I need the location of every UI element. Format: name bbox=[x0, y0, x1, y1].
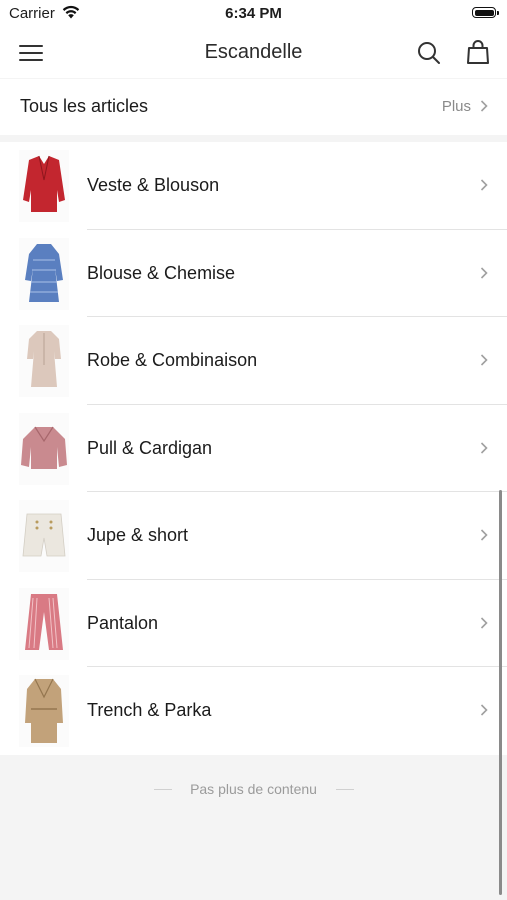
chevron-right-icon bbox=[480, 616, 488, 629]
category-row[interactable]: Pull & Cardigan bbox=[0, 405, 507, 492]
search-icon[interactable] bbox=[417, 41, 441, 65]
scrollbar[interactable] bbox=[499, 490, 502, 895]
chevron-right-icon bbox=[480, 179, 488, 191]
more-link[interactable]: Plus bbox=[442, 98, 471, 115]
status-bar: Carrier 6:34 PM bbox=[0, 0, 507, 28]
chevron-right-icon bbox=[480, 441, 488, 454]
status-time: 6:34 PM bbox=[225, 5, 282, 22]
category-row[interactable]: Robe & Combinaison bbox=[0, 317, 507, 405]
chevron-right-icon bbox=[480, 704, 488, 716]
category-row[interactable]: Pantalon bbox=[0, 580, 507, 667]
chevron-right-icon bbox=[480, 100, 488, 112]
category-name: Pantalon bbox=[87, 612, 159, 633]
chevron-right-icon bbox=[480, 266, 488, 279]
category-row[interactable]: Jupe & short bbox=[0, 492, 507, 580]
battery-icon bbox=[472, 7, 499, 18]
category-name: Jupe & short bbox=[87, 525, 189, 545]
category-thumbnail bbox=[19, 587, 69, 660]
category-thumbnail bbox=[19, 500, 69, 572]
category-name: Veste & Blouson bbox=[87, 175, 220, 195]
all-articles-row[interactable]: Tous les articles Plus bbox=[0, 79, 507, 135]
all-articles-label: Tous les articles bbox=[20, 96, 149, 116]
category-thumbnail bbox=[19, 412, 69, 485]
category-thumbnail bbox=[19, 675, 69, 747]
category-name: Pull & Cardigan bbox=[87, 437, 213, 458]
category-row[interactable]: Trench & Parka bbox=[0, 667, 507, 755]
end-of-content: Pas plus de contenu bbox=[0, 755, 507, 825]
category-row[interactable]: Veste & Blouson bbox=[0, 142, 507, 230]
shopping-bag-icon[interactable] bbox=[467, 40, 489, 64]
nav-bar: Escandelle bbox=[0, 28, 507, 78]
category-thumbnail bbox=[19, 237, 69, 310]
chevron-right-icon bbox=[480, 354, 488, 366]
category-thumbnail bbox=[19, 150, 69, 222]
category-list: Veste & Blouson Blouse & Chemise Robe & … bbox=[0, 142, 507, 755]
chevron-right-icon bbox=[480, 529, 488, 541]
category-row[interactable]: Blouse & Chemise bbox=[0, 230, 507, 317]
category-name: Robe & Combinaison bbox=[87, 350, 258, 370]
category-name: Blouse & Chemise bbox=[87, 262, 236, 283]
category-thumbnail bbox=[19, 325, 69, 397]
category-name: Trench & Parka bbox=[87, 700, 212, 720]
end-of-content-text: Pas plus de contenu bbox=[190, 780, 317, 797]
divider-line bbox=[336, 788, 354, 790]
